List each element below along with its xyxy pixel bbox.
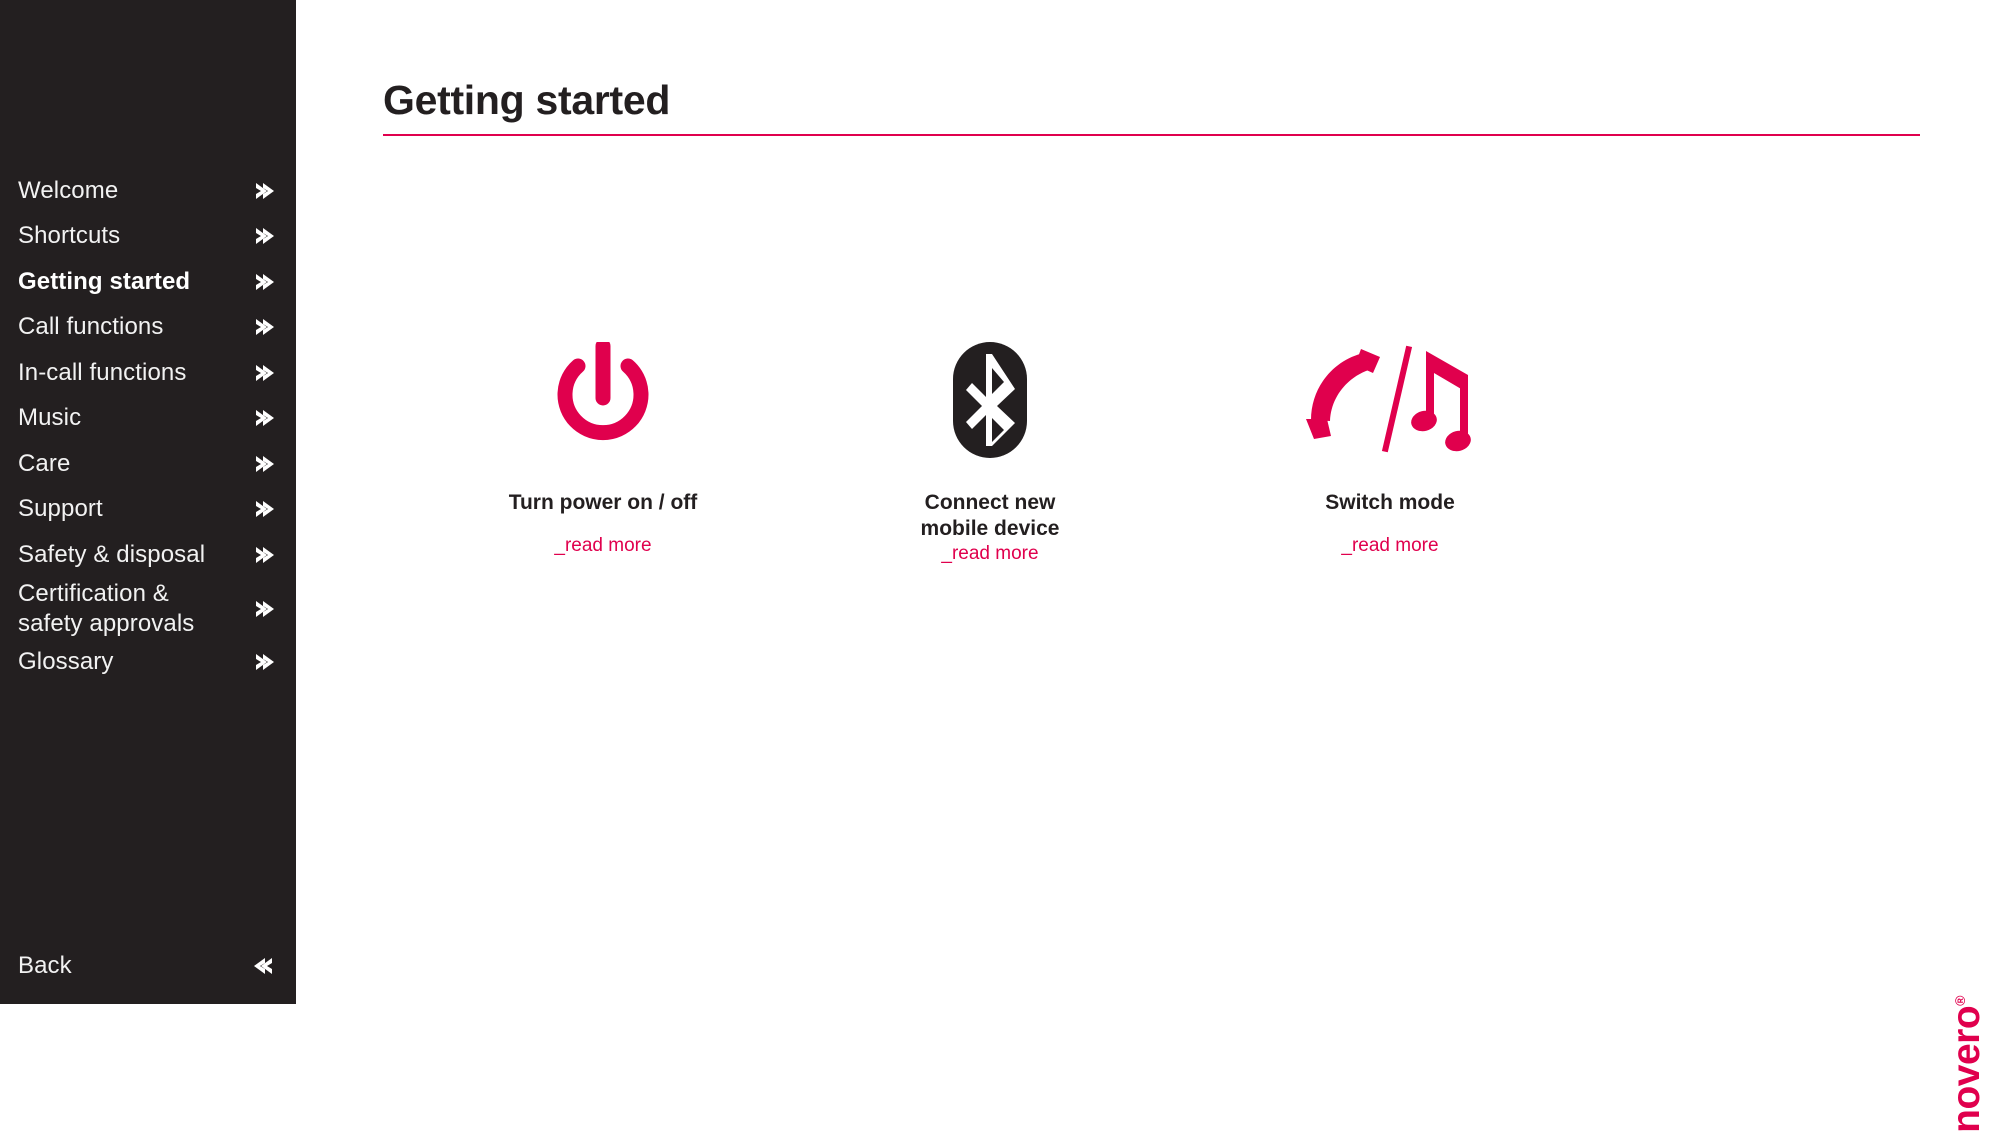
sidebar-nav: Welcome Shortcuts Getting started Call f… [0,168,296,685]
chevron-right-icon [254,225,274,247]
chevron-right-icon [254,498,274,520]
phone-handset [1306,349,1380,439]
read-more-link[interactable]: _read more [453,534,753,558]
sidebar-item-label: Getting started [18,267,191,295]
back-button[interactable]: Back [0,944,296,988]
chevron-right-icon [254,651,274,673]
power-icon [453,330,753,470]
logo-text: novero [1945,1005,1988,1133]
sidebar-item-in-call-functions[interactable]: In-call functions [0,350,296,396]
sidebar-item-glossary[interactable]: Glossary [0,640,296,686]
music-note [1411,351,1471,452]
card-turn-power-on-off[interactable]: Turn power on / off _read more [453,330,753,558]
sidebar-item-music[interactable]: Music [0,396,296,442]
card-title: Switch mode [1325,491,1455,514]
card-title: Turn power on / off [508,491,698,514]
sidebar-item-care[interactable]: Care [0,441,296,487]
chevron-right-icon [254,407,274,429]
sidebar-item-label: Glossary [18,648,114,676]
sidebar-item-label: Safety & disposal [18,540,206,568]
sidebar-item-label: Certification & safety approvals [18,579,195,637]
chevron-right-icon [254,362,274,384]
slash [1381,345,1413,453]
chevron-right-icon [254,180,274,202]
sidebar-item-support[interactable]: Support [0,487,296,533]
sidebar-item-getting-started[interactable]: Getting started [0,259,296,305]
sidebar-item-label: Welcome [18,176,119,204]
chevron-right-icon [254,316,274,338]
main-content: Getting started Turn power on / off _rea… [296,0,1990,1133]
sidebar-item-label: In-call functions [18,358,187,386]
novero-logo: novero® [1939,996,1988,1133]
back-button-label: Back [18,952,72,979]
sidebar-item-welcome[interactable]: Welcome [0,168,296,214]
sidebar-item-call-functions[interactable]: Call functions [0,305,296,351]
sidebar-item-label: Music [18,404,82,432]
card-connect-new-mobile-device[interactable]: Connect new mobile device _read more [840,330,1140,566]
phone-music-switch-icon [1240,330,1540,470]
card-title: Connect new mobile device [920,491,1060,540]
sidebar-item-label: Shortcuts [18,222,121,250]
chevron-right-icon [254,598,274,620]
sidebar-item-certification-safety-approvals[interactable]: Certification & safety approvals [0,578,296,640]
bluetooth-icon [840,330,1140,470]
sidebar: Welcome Shortcuts Getting started Call f… [0,0,296,1004]
registered-mark: ® [1952,996,1968,1006]
chevron-right-icon [254,544,274,566]
card-switch-mode[interactable]: Switch mode _read more [1240,330,1540,558]
chevron-left-icon [254,955,274,977]
chevron-right-icon [254,271,274,293]
title-divider [383,134,1920,136]
sidebar-item-shortcuts[interactable]: Shortcuts [0,214,296,260]
sidebar-item-safety-disposal[interactable]: Safety & disposal [0,532,296,578]
chevron-right-icon [254,453,274,475]
sidebar-item-label: Care [18,449,71,477]
read-more-link[interactable]: _read more [840,542,1140,566]
sidebar-item-label: Support [18,495,103,523]
page-title: Getting started [383,77,671,123]
read-more-link[interactable]: _read more [1240,534,1540,558]
sidebar-item-label: Call functions [18,313,164,341]
